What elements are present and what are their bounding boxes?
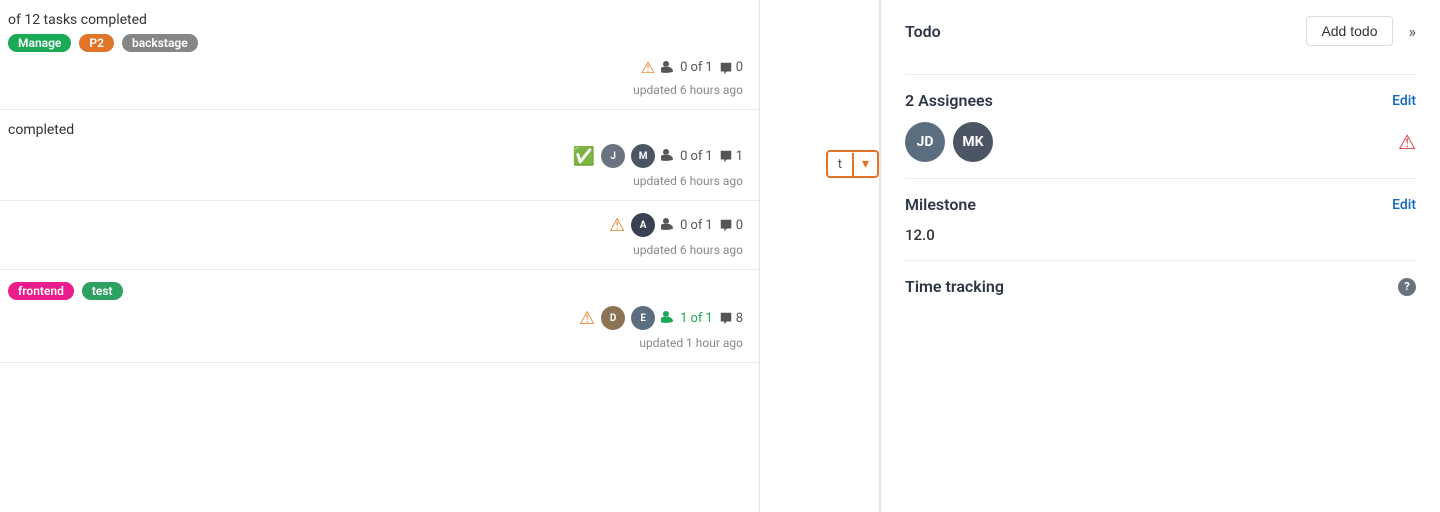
assignees-title: 2 Assignees [905, 91, 993, 110]
badge-p2[interactable]: P2 [79, 34, 114, 52]
assignees-total-row3: 1 [705, 311, 712, 326]
assignees-header: 2 Assignees Edit [905, 91, 1416, 110]
assignee-avatar-1: JD [905, 122, 945, 162]
badges-row3: frontend test [8, 282, 743, 300]
task-row-2: ⚠ A 0 of 1 0 updated 6 hours ago [0, 201, 759, 270]
milestone-value: 12.0 [905, 226, 1416, 244]
assignees-stat-row2: 0 of 1 [661, 217, 713, 233]
alert-icon-row2: ⚠ [609, 215, 625, 236]
comments-row3: 8 [719, 311, 743, 326]
filter-dropdown-arrow[interactable]: ▾ [854, 152, 877, 176]
badge-manage[interactable]: Manage [8, 34, 71, 52]
task-row1-top: completed [8, 122, 743, 138]
task-row: of 12 tasks completed Manage P2 backstag… [0, 0, 759, 110]
of-text-row2: of [690, 218, 702, 233]
of-text-row1: of [690, 149, 702, 164]
filter-button-text: t [828, 153, 854, 176]
task-meta-row3: ⚠ D E 1 of 1 8 [8, 306, 743, 330]
assignee-avatar-2: MK [953, 122, 993, 162]
success-icon-row1: ✅ [573, 146, 595, 167]
assignees-icon-row0: 0 of 1 [661, 60, 713, 76]
task-list-panel: of 12 tasks completed Manage P2 backstag… [0, 0, 760, 512]
middle-divider: t ▾ [760, 0, 880, 512]
add-todo-button[interactable]: Add todo [1306, 16, 1392, 46]
of-text-row0: of [690, 60, 702, 75]
assignees-stat-row1: 0 of 1 [661, 148, 713, 164]
avatar-row3-a: D [601, 306, 625, 330]
assignees-total-row2: 1 [705, 218, 712, 233]
comments-count-row1: 1 [736, 149, 743, 164]
comments-row2: 0 [719, 218, 743, 233]
task-meta-row1: ✅ J M 0 of 1 1 [8, 144, 743, 168]
badge-backstage[interactable]: backstage [122, 34, 198, 52]
assignees-section: 2 Assignees Edit JD MK ⚠ [905, 75, 1416, 179]
updated-time-row2: updated 6 hours ago [8, 243, 743, 257]
expand-todo-icon[interactable]: » [1409, 22, 1417, 41]
task-meta-row2: ⚠ A 0 of 1 0 [8, 213, 743, 237]
warning-icon: ⚠ [641, 58, 655, 77]
milestone-edit-button[interactable]: Edit [1392, 197, 1416, 213]
avatar-row2-a: A [631, 213, 655, 237]
time-tracking-section: Time tracking ? [905, 261, 1416, 324]
comments-count-row3: 8 [736, 311, 743, 326]
avatar-row1-b: M [631, 144, 655, 168]
comments-row0: 0 [719, 60, 743, 75]
assignees-edit-button[interactable]: Edit [1392, 93, 1416, 109]
assignees-total-row0: 1 [705, 60, 712, 75]
task-row-3: frontend test ⚠ D E 1 of 1 8 updated 1 [0, 270, 759, 363]
assignees-warning-icon: ⚠ [1398, 130, 1416, 154]
assignees-avatars-row: JD MK ⚠ [905, 122, 1416, 162]
assignees-count-row0: 0 [680, 60, 687, 75]
badge-test[interactable]: test [82, 282, 123, 300]
task-meta-row0: ⚠ 0 of 1 0 [8, 58, 743, 77]
todo-header: Todo Add todo » [905, 16, 1416, 46]
assignees-total-row1: 1 [705, 149, 712, 164]
filter-button[interactable]: t ▾ [826, 150, 879, 178]
of-text-row3: of [690, 311, 702, 326]
todo-section: Todo Add todo » [905, 0, 1416, 75]
badges-row: Manage P2 backstage [8, 34, 743, 52]
avatar-row3-b: E [631, 306, 655, 330]
updated-time-row3: updated 1 hour ago [8, 336, 743, 350]
time-tracking-header: Time tracking ? [905, 277, 1416, 296]
alert-icon-row3: ⚠ [579, 308, 595, 329]
todo-title: Todo [905, 22, 941, 41]
comments-count-row2: 0 [736, 218, 743, 233]
milestone-header: Milestone Edit [905, 195, 1416, 214]
right-sidebar: Todo Add todo » 2 Assignees Edit JD MK ⚠… [880, 0, 1440, 512]
task-title-row1: completed [8, 122, 743, 138]
updated-time-row1: updated 6 hours ago [8, 174, 743, 188]
badge-frontend[interactable]: frontend [8, 282, 74, 300]
avatar-row1-a: J [601, 144, 625, 168]
assignees-count-row1: 0 [680, 149, 687, 164]
milestone-title: Milestone [905, 195, 976, 214]
assignees-count-row2: 0 [680, 218, 687, 233]
time-tracking-help-icon[interactable]: ? [1398, 278, 1416, 296]
comments-row1: 1 [719, 149, 743, 164]
task-row-completed: completed ✅ J M 0 of 1 1 updated 6 hours… [0, 110, 759, 201]
assignees-count-row3: 1 [680, 311, 687, 326]
tasks-summary-text: of 12 tasks completed [8, 12, 743, 28]
time-tracking-title: Time tracking [905, 277, 1004, 296]
task-row-top: of 12 tasks completed [8, 12, 743, 28]
updated-time-row0: updated 6 hours ago [8, 83, 743, 97]
comments-count-row0: 0 [736, 60, 743, 75]
assignees-stat-row3: 1 of 1 [661, 310, 713, 326]
milestone-section: Milestone Edit 12.0 [905, 179, 1416, 261]
